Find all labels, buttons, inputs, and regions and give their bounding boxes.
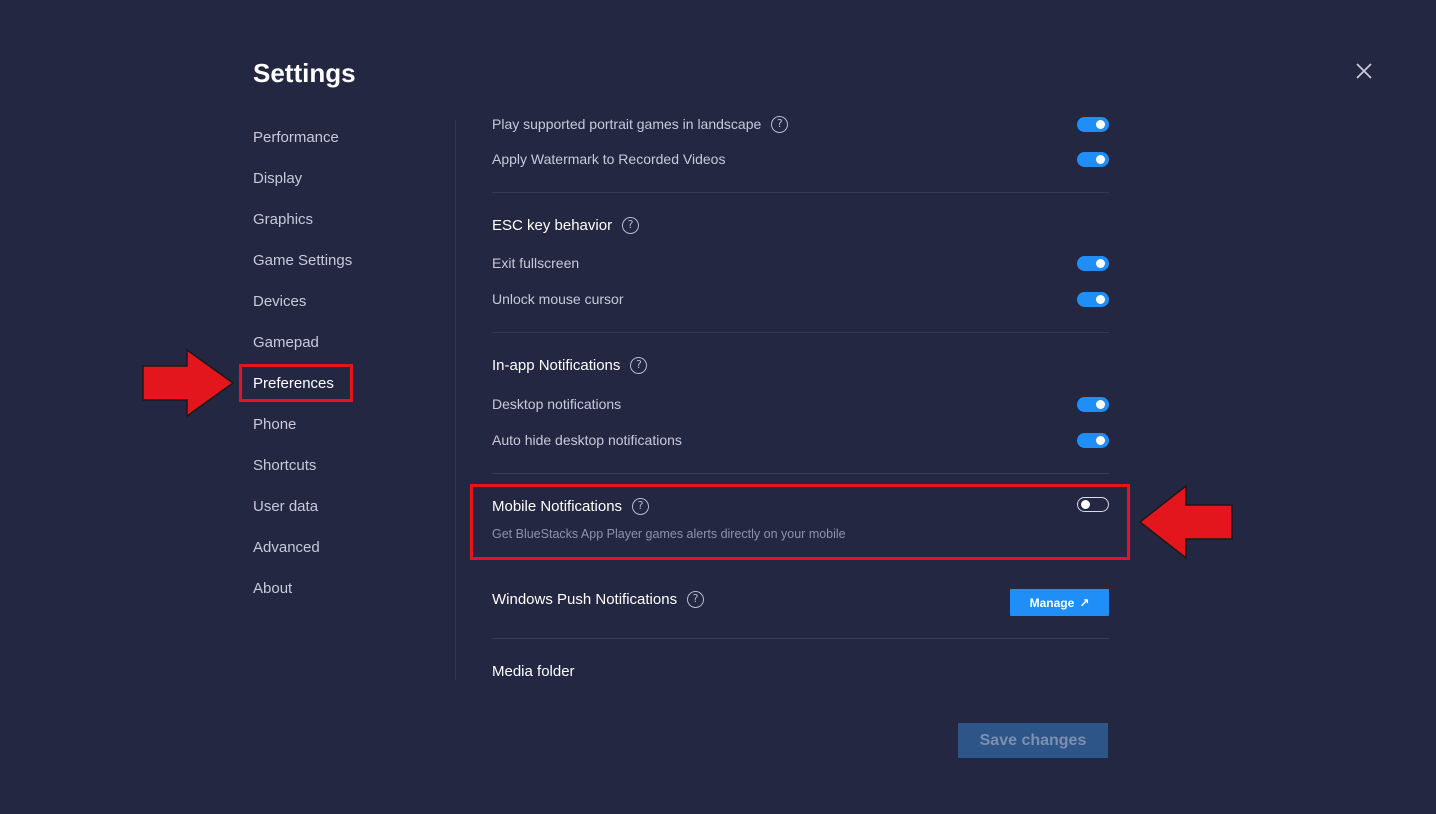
manage-button[interactable]: Manage ↗ — [1010, 589, 1109, 616]
esc-key-section-title: ESC key behavior ? — [492, 217, 640, 234]
desktop-notifications-toggle[interactable] — [1077, 396, 1109, 412]
sidebar-item-performance[interactable]: Performance — [253, 124, 352, 165]
mobile-notifications-highlight-box — [470, 484, 1130, 560]
unlock-mouse-row: Unlock mouse cursor — [492, 287, 1109, 311]
unlock-mouse-toggle[interactable] — [1077, 291, 1109, 307]
manage-label: Manage — [1029, 595, 1075, 610]
auto-hide-toggle[interactable] — [1077, 432, 1109, 448]
sidebar-item-shortcuts[interactable]: Shortcuts — [253, 452, 352, 493]
portrait-landscape-toggle[interactable] — [1077, 116, 1109, 132]
close-button[interactable] — [1352, 59, 1376, 83]
left-arrow-annotation — [1138, 484, 1233, 560]
inapp-notifications-section-title: In-app Notifications ? — [492, 357, 648, 374]
content-divider — [455, 120, 456, 680]
external-link-icon: ↗ — [1079, 595, 1090, 610]
page-title: Settings — [253, 58, 356, 88]
section-divider — [492, 192, 1109, 193]
section-divider — [492, 638, 1109, 639]
exit-fullscreen-toggle[interactable] — [1077, 255, 1109, 271]
section-divider — [492, 332, 1109, 333]
sidebar-item-game-settings[interactable]: Game Settings — [253, 247, 352, 288]
watermark-row: Apply Watermark to Recorded Videos — [492, 147, 1109, 171]
watermark-label: Apply Watermark to Recorded Videos — [492, 151, 726, 167]
help-icon[interactable]: ? — [771, 115, 789, 133]
help-icon[interactable]: ? — [687, 591, 705, 608]
desktop-notifications-row: Desktop notifications — [492, 392, 1109, 416]
unlock-mouse-label: Unlock mouse cursor — [492, 291, 624, 307]
section-divider — [492, 473, 1109, 474]
portrait-landscape-label: Play supported portrait games in landsca… — [492, 116, 762, 132]
sidebar-item-about[interactable]: About — [253, 575, 352, 616]
exit-fullscreen-row: Exit fullscreen — [492, 251, 1109, 275]
sidebar-item-user-data[interactable]: User data — [253, 493, 352, 534]
auto-hide-row: Auto hide desktop notifications — [492, 428, 1109, 452]
settings-page: Settings Performance Display Graphics Ga… — [0, 0, 1436, 814]
save-changes-button[interactable]: Save changes — [958, 723, 1108, 758]
sidebar-item-advanced[interactable]: Advanced — [253, 534, 352, 575]
sidebar-item-phone[interactable]: Phone — [253, 411, 352, 452]
exit-fullscreen-label: Exit fullscreen — [492, 255, 580, 271]
portrait-landscape-row: Play supported portrait games in landsca… — [492, 112, 1109, 136]
preferences-highlight-box — [239, 364, 353, 402]
sidebar-item-display[interactable]: Display — [253, 165, 352, 206]
right-arrow-annotation — [142, 348, 235, 418]
watermark-toggle[interactable] — [1077, 151, 1109, 167]
help-icon[interactable]: ? — [630, 357, 648, 374]
sidebar-item-devices[interactable]: Devices — [253, 288, 352, 329]
auto-hide-label: Auto hide desktop notifications — [492, 432, 682, 448]
help-icon[interactable]: ? — [622, 217, 640, 234]
preferences-content: Play supported portrait games in landsca… — [492, 110, 1109, 690]
windows-push-section-title: Windows Push Notifications ? — [492, 591, 705, 608]
sidebar-item-graphics[interactable]: Graphics — [253, 206, 352, 247]
close-icon — [1356, 63, 1372, 79]
media-folder-section-title: Media folder — [492, 663, 575, 680]
desktop-notifications-label: Desktop notifications — [492, 396, 622, 412]
